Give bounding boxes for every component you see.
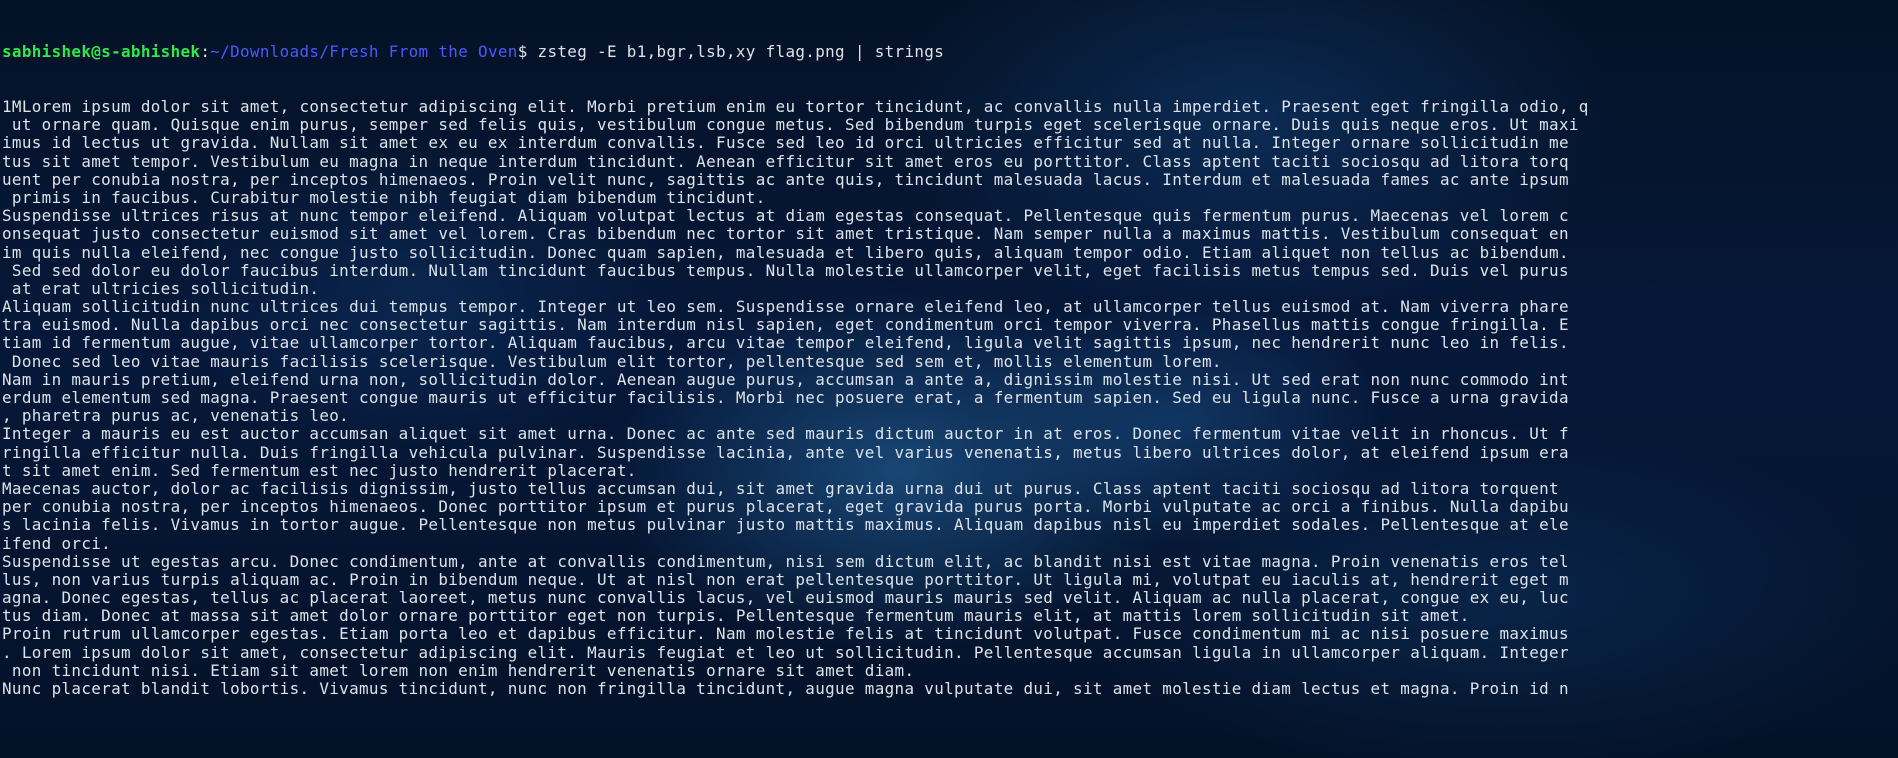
output-line: Maecenas auctor, dolor ac facilisis dign… <box>2 479 1569 498</box>
output-line: tus diam. Donec at massa sit amet dolor … <box>2 607 1470 626</box>
output-line: uent per conubia nostra, per inceptos hi… <box>2 170 1569 189</box>
output-line: onsequat justo consectetur euismod sit a… <box>2 225 1569 244</box>
output-line: Proin rutrum ullamcorper egestas. Etiam … <box>2 625 1569 644</box>
prompt-user-host: sabhishek@s-abhishek <box>2 43 201 62</box>
output-line: Nunc placerat blandit lobortis. Vivamus … <box>2 680 1569 698</box>
output-line: ut ornare quam. Quisque enim purus, semp… <box>2 116 1579 135</box>
prompt-command: zsteg -E b1,bgr,lsb,xy flag.png | string… <box>537 43 945 62</box>
output-line: Integer a mauris eu est auctor accumsan … <box>2 425 1569 444</box>
output-line: at erat ultricies sollicitudin. <box>2 279 320 298</box>
output-line: Aliquam sollicitudin nunc ultrices dui t… <box>2 298 1569 317</box>
output-line: Nam in mauris pretium, eleifend urna non… <box>2 370 1569 389</box>
output-line: agna. Donec egestas, tellus ac placerat … <box>2 589 1569 608</box>
output-line: ifend orci. <box>2 534 112 553</box>
output-line: tiam id fermentum augue, vitae ullamcorp… <box>2 334 1569 353</box>
output-line: erdum elementum sed magna. Praesent cong… <box>2 389 1569 407</box>
prompt-separator: : <box>200 43 211 62</box>
output-line: imus id lectus ut gravida. Nullam sit am… <box>2 134 1569 153</box>
command-output: 1MLorem ipsum dolor sit amet, consectetu… <box>2 98 1896 698</box>
terminal-window[interactable]: sabhishek@s-abhishek:~/Downloads/Fresh F… <box>0 0 1898 758</box>
terminal-output[interactable]: sabhishek@s-abhishek:~/Downloads/Fresh F… <box>2 7 1896 735</box>
output-line: non tincidunt nisi. Etiam sit amet lorem… <box>2 661 915 680</box>
output-line: lus, non varius turpis aliquam ac. Proin… <box>2 570 1569 589</box>
prompt-symbol: $ <box>517 43 538 62</box>
output-line: t sit amet enim. Sed fermentum est nec j… <box>2 461 637 480</box>
output-line: im quis nulla eleifend, nec congue justo… <box>2 243 1569 262</box>
output-line: 1MLorem ipsum dolor sit amet, consectetu… <box>2 98 1589 116</box>
output-line: tus sit amet tempor. Vestibulum eu magna… <box>2 152 1569 171</box>
prompt-path: ~/Downloads/Fresh From the Oven <box>210 43 518 62</box>
output-line: , pharetra purus ac, venenatis leo. <box>2 407 350 426</box>
output-line: tra euismod. Nulla dapibus orci nec cons… <box>2 316 1569 335</box>
output-line: . Lorem ipsum dolor sit amet, consectetu… <box>2 643 1569 662</box>
output-line: ringilla efficitur nulla. Duis fringilla… <box>2 443 1569 462</box>
output-line: Suspendisse ut egestas arcu. Donec condi… <box>2 552 1569 571</box>
output-line: per conubia nostra, per inceptos himenae… <box>2 498 1569 517</box>
prompt-line: sabhishek@s-abhishek:~/Downloads/Fresh F… <box>2 43 1896 61</box>
output-line: Sed sed dolor eu dolor faucibus interdum… <box>2 261 1569 280</box>
output-line: Suspendisse ultrices risus at nunc tempo… <box>2 207 1569 226</box>
output-line: Donec sed leo vitae mauris facilisis sce… <box>2 352 1222 371</box>
output-line: s lacinia felis. Vivamus in tortor augue… <box>2 516 1569 535</box>
output-line: primis in faucibus. Curabitur molestie n… <box>2 188 766 207</box>
